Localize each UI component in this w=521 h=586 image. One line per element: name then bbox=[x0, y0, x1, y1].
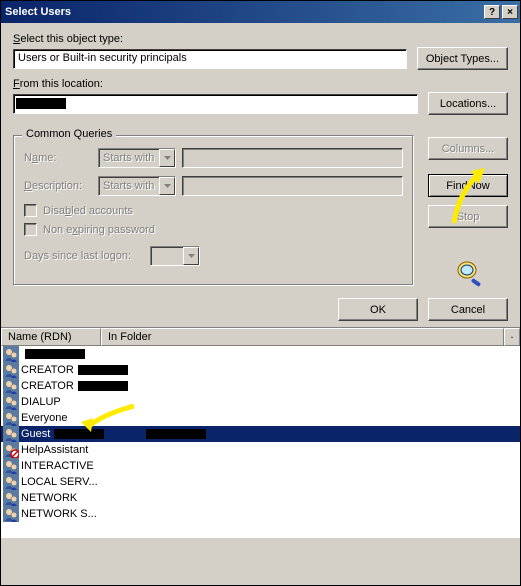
list-item[interactable]: HelpAssistant bbox=[1, 442, 520, 458]
object-type-field[interactable]: Users or Built-in security principals bbox=[13, 49, 407, 69]
person-icon bbox=[3, 506, 19, 522]
person-icon bbox=[3, 378, 19, 394]
person-icon bbox=[3, 362, 19, 378]
name-input bbox=[182, 148, 403, 168]
location-label: From this location: bbox=[13, 78, 508, 90]
columns-button: Columns... bbox=[428, 137, 508, 160]
list-item[interactable] bbox=[1, 346, 520, 362]
redacted-block bbox=[16, 98, 66, 109]
name-mode-combo: Starts with bbox=[98, 148, 176, 168]
row-name: LOCAL SERV... bbox=[21, 476, 98, 488]
ok-button[interactable]: OK bbox=[338, 298, 418, 321]
non-expiring-checkbox: Non expiring password bbox=[24, 223, 403, 236]
row-name: CREATOR bbox=[21, 380, 74, 392]
redacted-block bbox=[54, 429, 104, 439]
list-item[interactable]: INTERACTIVE bbox=[1, 458, 520, 474]
checkbox-icon bbox=[24, 223, 37, 236]
list-item[interactable]: NETWORK bbox=[1, 490, 520, 506]
close-button[interactable]: × bbox=[502, 5, 518, 19]
locations-button[interactable]: Locations... bbox=[428, 92, 508, 115]
row-name: Guest bbox=[21, 428, 50, 440]
row-name: DIALUP bbox=[21, 396, 61, 408]
row-name: NETWORK S... bbox=[21, 508, 97, 520]
days-combo bbox=[150, 246, 200, 266]
redacted-block bbox=[25, 349, 85, 359]
chevron-down-icon bbox=[159, 149, 175, 167]
cancel-button[interactable]: Cancel bbox=[428, 298, 508, 321]
redacted-block bbox=[78, 365, 128, 375]
desc-label: Description: bbox=[24, 180, 92, 192]
chevron-down-icon bbox=[159, 177, 175, 195]
list-item[interactable]: CREATOR bbox=[1, 362, 520, 378]
scroll-up-icon[interactable] bbox=[504, 328, 520, 346]
row-name: INTERACTIVE bbox=[21, 460, 94, 472]
help-button[interactable]: ? bbox=[484, 5, 500, 19]
find-now-button[interactable]: Find Now bbox=[428, 174, 508, 197]
row-name: NETWORK bbox=[21, 492, 77, 504]
chevron-down-icon bbox=[183, 247, 199, 265]
person-icon bbox=[3, 394, 19, 410]
disabled-accounts-checkbox: Disabled accounts bbox=[24, 204, 403, 217]
col-name[interactable]: Name (RDN) bbox=[1, 328, 101, 346]
person-blocked-icon bbox=[3, 442, 19, 458]
list-item[interactable]: DIALUP bbox=[1, 394, 520, 410]
list-item[interactable]: CREATOR bbox=[1, 378, 520, 394]
desc-mode-combo: Starts with bbox=[98, 176, 176, 196]
stop-button: Stop bbox=[428, 205, 508, 228]
days-label: Days since last logon: bbox=[24, 250, 144, 262]
checkbox-icon bbox=[24, 204, 37, 217]
group-legend: Common Queries bbox=[22, 128, 116, 140]
row-name: CREATOR bbox=[21, 364, 74, 376]
row-name: Everyone bbox=[21, 412, 67, 424]
object-types-button[interactable]: Object Types... bbox=[417, 47, 508, 70]
list-item[interactable]: Everyone bbox=[1, 410, 520, 426]
desc-input bbox=[182, 176, 403, 196]
titlebar: Select Users ? × bbox=[1, 1, 520, 23]
name-label: Name: bbox=[24, 152, 92, 164]
search-icon bbox=[453, 258, 483, 286]
redacted-block bbox=[146, 429, 206, 439]
person-icon bbox=[3, 346, 19, 362]
list-item[interactable]: Guest bbox=[1, 426, 520, 442]
row-name: HelpAssistant bbox=[21, 444, 88, 456]
person-icon bbox=[3, 474, 19, 490]
object-type-label: Select this object type: bbox=[13, 33, 508, 45]
person-icon bbox=[3, 410, 19, 426]
person-icon bbox=[3, 490, 19, 506]
common-queries-group: Common Queries Name: Starts with Descrip… bbox=[13, 135, 414, 286]
person-icon bbox=[3, 458, 19, 474]
redacted-block bbox=[78, 381, 128, 391]
results-list: Name (RDN) In Folder CREATOR CREATOR DIALU… bbox=[1, 327, 520, 538]
list-item[interactable]: NETWORK S... bbox=[1, 506, 520, 522]
list-header: Name (RDN) In Folder bbox=[1, 328, 520, 346]
person-icon bbox=[3, 426, 19, 442]
list-item[interactable]: LOCAL SERV... bbox=[1, 474, 520, 490]
location-field[interactable] bbox=[13, 94, 418, 114]
window-title: Select Users bbox=[5, 6, 484, 18]
col-folder[interactable]: In Folder bbox=[101, 328, 504, 346]
